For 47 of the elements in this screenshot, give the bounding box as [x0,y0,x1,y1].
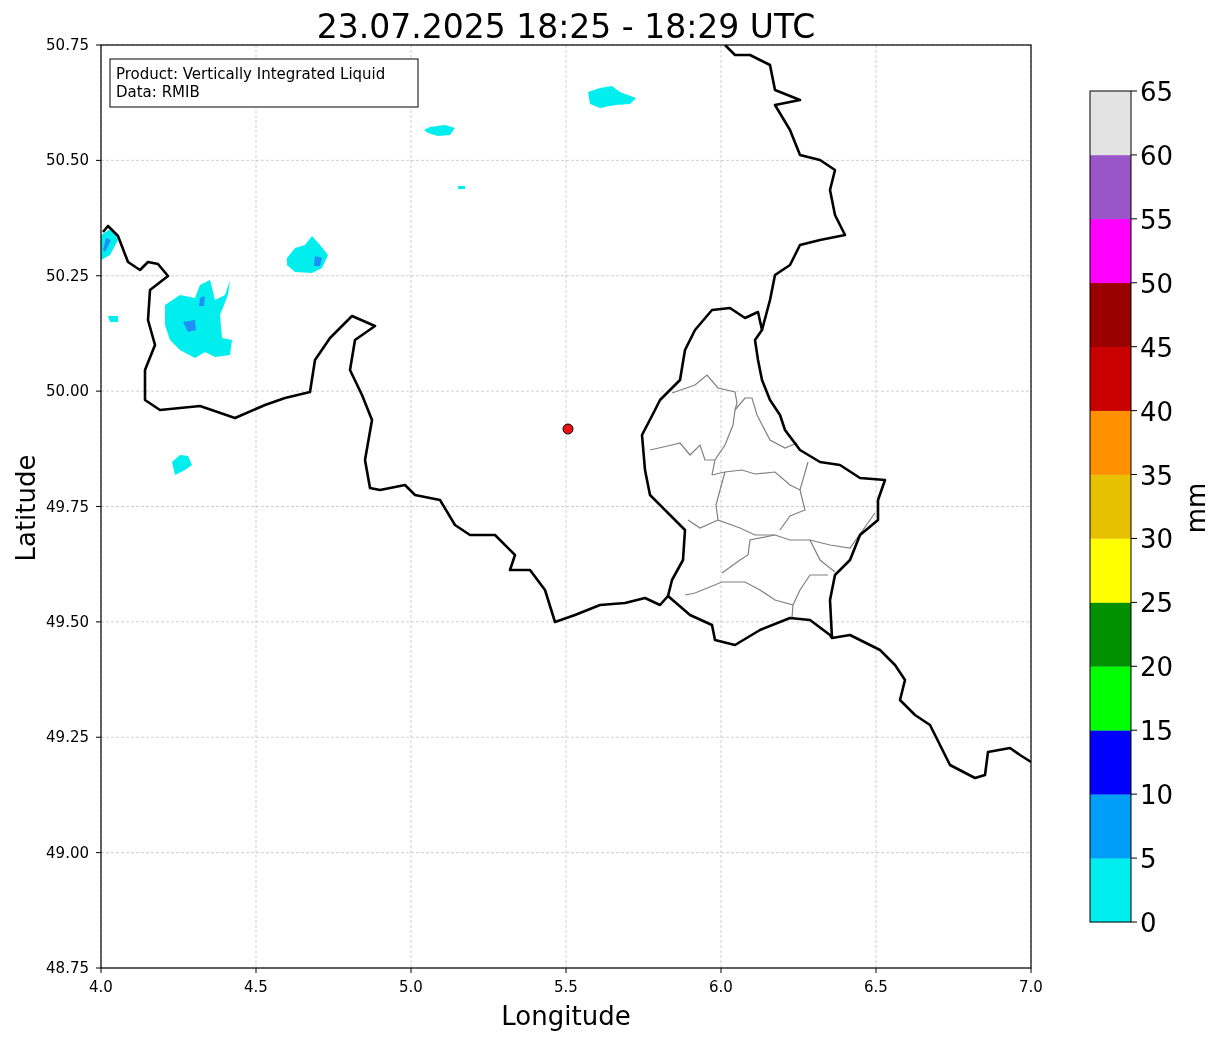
colorbar-tick-label: 15 [1140,716,1174,747]
tick-label: 50.25 [46,266,89,285]
colorbar-tick-label: 45 [1140,332,1174,363]
precipitation-area [108,316,118,322]
precipitation-area [287,236,328,273]
colorbar-tick-label: 10 [1140,780,1174,811]
tick-label: 49.25 [46,728,89,747]
chart-title: 23.07.2025 18:25 - 18:29 UTC [316,7,816,46]
precipitation-core [103,238,111,252]
axis-label: Longitude [501,1001,631,1031]
tick-label: 4.0 [89,978,113,996]
tick-label: 5.5 [554,978,578,996]
tick-label: 49.50 [46,612,89,631]
tick-label: 50.75 [46,36,89,54]
precipitation-area [172,455,192,475]
tick-label: 7.0 [1019,978,1043,996]
colorbar-tick-label: 40 [1140,396,1174,427]
colorbar-tick-label: 20 [1140,652,1174,683]
precipitation-area [458,186,465,189]
colorbar-tick-label: 5 [1140,844,1157,875]
colorbar-tick-label: 35 [1140,460,1174,491]
colorbar-tick-label: 50 [1140,268,1174,299]
tick-label: 6.5 [864,978,888,996]
precipitation-area [424,125,455,136]
tick-label: 4.5 [244,978,268,996]
tick-label: 5.0 [399,978,423,996]
precipitation-core [183,320,196,332]
tick-label: 49.75 [46,497,89,516]
axis-label: Latitude [11,454,41,562]
location-marker [562,423,574,435]
colorbar-tick-label: 0 [1140,908,1157,938]
precipitation-core [199,296,205,306]
annotation-text: Product: Vertically Integrated Liquid [116,65,386,83]
tick-label: 50.00 [46,382,89,401]
precipitation-area [588,86,636,108]
precipitation-core [314,256,322,266]
colorbar-label: mm [1181,482,1211,534]
colorbar-tick-label: 65 [1140,77,1174,107]
annotation-text: Data: RMIB [116,83,200,101]
colorbar-tick-label: 30 [1140,524,1174,555]
colorbar-tick-label: 60 [1140,140,1174,171]
tick-label: 48.75 [46,959,89,977]
tick-label: 49.00 [46,843,89,862]
colorbar-tick-label: 55 [1140,204,1174,235]
colorbar-tick-label: 25 [1140,588,1174,619]
tick-label: 6.0 [709,978,733,996]
tick-label: 50.50 [46,151,89,170]
